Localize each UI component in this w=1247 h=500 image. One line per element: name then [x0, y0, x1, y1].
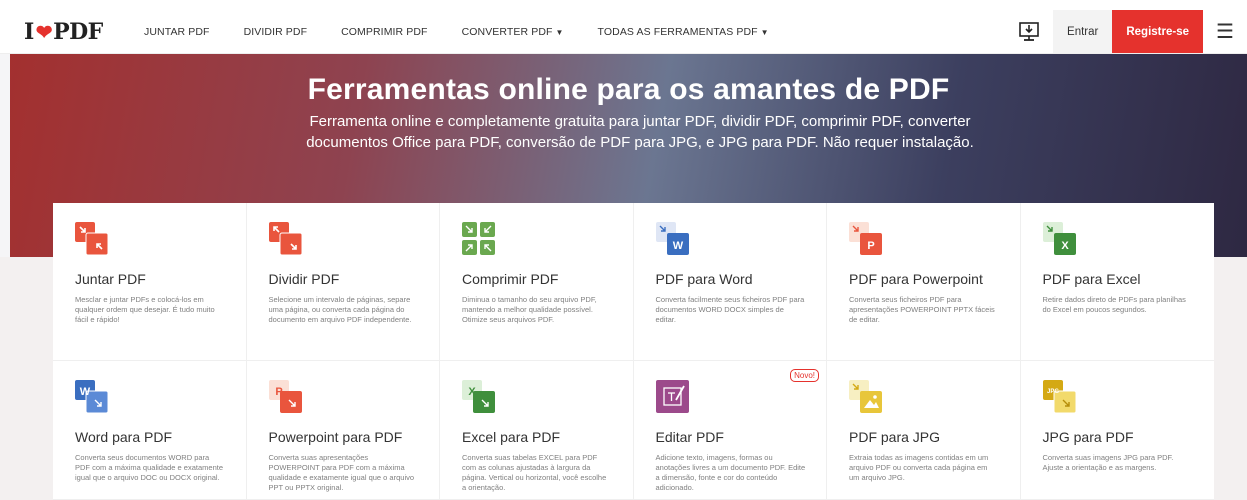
tool-description: Converta suas imagens JPG para PDF. Ajus…	[1042, 453, 1174, 472]
tool-card-pdf-word[interactable]: W PDF para Word Converta facilmente seus…	[633, 203, 827, 361]
tool-card-comprimir[interactable]: Comprimir PDF Diminua o tamanho do seu a…	[440, 203, 634, 361]
excel-to-pdf-icon: X	[462, 380, 496, 414]
tool-description: Converta seus documentos WORD para PDF c…	[75, 453, 223, 482]
tool-title: Comprimir PDF	[462, 271, 559, 287]
pdf-to-word-icon: W	[655, 222, 690, 256]
svg-text:X: X	[1061, 240, 1069, 252]
tool-description: Extraia todas as imagens contidas em um …	[849, 453, 989, 482]
tool-title: Dividir PDF	[268, 271, 340, 287]
hero-title: Ferramentas online para os amantes de PD…	[307, 73, 950, 106]
nav-link-label: DIVIDIR PDF	[243, 25, 308, 38]
tool-description: Selecione um intervalo de páginas, separ…	[268, 295, 412, 324]
pdf-to-powerpoint-icon: P	[849, 222, 883, 256]
powerpoint-to-pdf-icon: P	[268, 380, 303, 414]
tool-title: PDF para Powerpoint	[849, 271, 983, 287]
new-badge: Novo!	[790, 369, 819, 382]
hamburger-menu-icon[interactable]: ☰	[1203, 10, 1247, 53]
tool-description: Adicione texto, imagens, formas ou anota…	[655, 453, 806, 492]
edit-pdf-icon	[655, 380, 690, 414]
tool-title: Excel para PDF	[462, 429, 561, 445]
svg-text:W: W	[672, 240, 683, 252]
compress-pdf-icon	[462, 222, 496, 256]
tool-title: Juntar PDF	[75, 271, 146, 287]
tool-description: Retire dados direto de PDFs para planilh…	[1042, 295, 1186, 314]
nav-link-converter[interactable]: CONVERTER PDF ▼	[462, 26, 564, 38]
nav-link-juntar[interactable]: JUNTAR PDF	[144, 26, 210, 38]
tool-description: Diminua o tamanho do seu arquivo PDF, ma…	[462, 295, 597, 324]
pdf-to-excel-icon: X	[1042, 222, 1077, 256]
tool-description: Converta seus ficheiros PDF para apresen…	[849, 295, 995, 324]
nav-link-label: CONVERTER PDF	[461, 25, 553, 38]
tool-description: Converta suas apresentações POWERPOINT p…	[268, 453, 415, 492]
nav-link-comprimir[interactable]: COMPRIMIR PDF	[341, 26, 427, 38]
tools-grid: Juntar PDF Mesclar e juntar PDFs e coloc…	[53, 203, 1214, 500]
svg-text:P: P	[275, 386, 282, 398]
nav-link-label: JUNTAR PDF	[144, 25, 210, 38]
top-strip	[0, 0, 1247, 10]
nav-link-dividir[interactable]: DIVIDIR PDF	[244, 26, 308, 38]
tool-description: Mesclar e juntar PDFs e colocá-los em qu…	[75, 295, 215, 324]
merge-pdf-icon	[75, 222, 109, 256]
nav-link-todas[interactable]: TODAS AS FERRAMENTAS PDF ▼	[598, 26, 769, 38]
tool-card-excel-pdf[interactable]: X Excel para PDF Converta suas tabelas E…	[440, 361, 634, 500]
logo-text-right: PDF	[53, 18, 103, 45]
ilovepdf-logo[interactable]: I ❤ PDF	[24, 19, 134, 45]
tool-card-dividir[interactable]: Dividir PDF Selecione um intervalo de pá…	[246, 203, 440, 361]
tool-title: Editar PDF	[655, 429, 724, 445]
jpg-to-pdf-icon: JPG	[1042, 380, 1077, 414]
caret-down-icon: ▼	[555, 27, 564, 37]
svg-text:P: P	[867, 240, 874, 252]
svg-text:JPG: JPG	[1046, 389, 1058, 395]
register-button[interactable]: Registre-se	[1112, 10, 1203, 53]
tool-card-word-pdf[interactable]: W Word para PDF Converta seus documentos…	[53, 361, 247, 500]
tool-card-juntar[interactable]: Juntar PDF Mesclar e juntar PDFs e coloc…	[53, 203, 247, 361]
top-navbar: I ❤ PDF JUNTAR PDF DIVIDIR PDF COMPRIMIR…	[0, 10, 1247, 54]
tool-card-powerpoint-pdf[interactable]: P Powerpoint para PDF Converta suas apre…	[246, 361, 440, 500]
logo-text-left: I	[24, 18, 34, 45]
svg-text:X: X	[468, 386, 476, 398]
tool-card-pdf-jpg[interactable]: PDF para JPG Extraia todas as imagens co…	[827, 361, 1021, 500]
tool-title: JPG para PDF	[1042, 429, 1134, 445]
svg-text:W: W	[80, 386, 91, 398]
tool-title: PDF para Excel	[1042, 271, 1141, 287]
tool-card-pdf-powerpoint[interactable]: P PDF para Powerpoint Converta seus fich…	[827, 203, 1021, 361]
tool-card-jpg-pdf[interactable]: JPG JPG para PDF Converta suas imagens J…	[1020, 361, 1214, 500]
nav-link-label: COMPRIMIR PDF	[341, 25, 428, 38]
tool-title: PDF para JPG	[849, 429, 941, 445]
tool-card-pdf-excel[interactable]: X PDF para Excel Retire dados direto de …	[1020, 203, 1214, 361]
tool-description: Converta facilmente seus ficheiros PDF p…	[655, 295, 805, 324]
desktop-download-icon[interactable]	[1005, 10, 1053, 53]
tool-title: PDF para Word	[655, 271, 753, 287]
tool-description: Converta suas tabelas EXCEL para PDF com…	[462, 453, 607, 492]
word-to-pdf-icon: W	[75, 380, 109, 414]
heart-icon: ❤	[35, 19, 53, 44]
tool-card-editar[interactable]: Novo! Editar PDF Adicione texto, imagens…	[633, 361, 827, 500]
hero-subtitle: Ferramenta online e completamente gratui…	[306, 113, 974, 151]
login-button[interactable]: Entrar	[1053, 10, 1113, 53]
nav-link-label: TODAS AS FERRAMENTAS PDF	[597, 25, 758, 38]
split-pdf-icon	[268, 222, 303, 256]
tool-title: Word para PDF	[75, 429, 172, 445]
tool-title: Powerpoint para PDF	[268, 429, 403, 445]
pdf-to-jpg-icon	[849, 380, 883, 414]
nav-links: JUNTAR PDF DIVIDIR PDF COMPRIMIR PDF CON…	[144, 26, 803, 38]
caret-down-icon: ▼	[760, 27, 769, 37]
nav-right: Entrar Registre-se ☰	[1005, 10, 1247, 53]
